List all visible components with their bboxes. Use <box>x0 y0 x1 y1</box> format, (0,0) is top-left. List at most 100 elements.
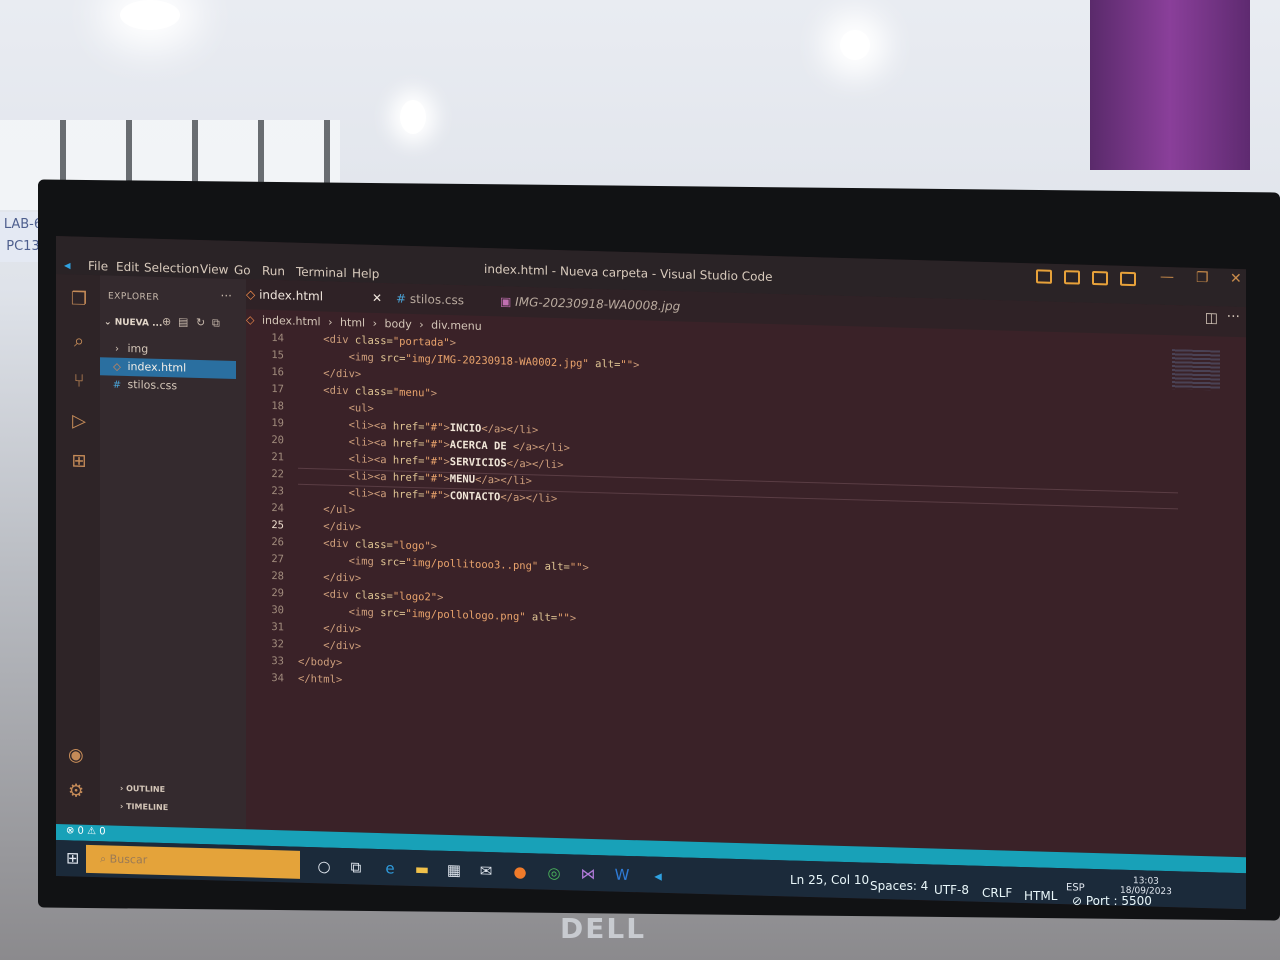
code-text: </body> <box>298 655 343 669</box>
visual-studio-icon[interactable]: ⋈ <box>578 865 598 884</box>
collapse-all-icon[interactable]: ⧉ <box>212 316 220 330</box>
timeline-section[interactable]: › TIMELINE <box>120 802 168 812</box>
code-text: </div> <box>323 367 362 381</box>
cortana-icon[interactable]: ○ <box>314 857 334 876</box>
cursor-position[interactable]: Ln 25, Col 10 <box>790 873 869 887</box>
line-number: 31 <box>271 621 284 634</box>
close-icon[interactable]: ✕ <box>1230 271 1242 287</box>
line-number: 23 <box>271 485 284 498</box>
code-text: </ul> <box>323 503 355 517</box>
line-number: 28 <box>271 570 284 583</box>
line-number: 18 <box>271 400 284 413</box>
css-icon: # <box>396 291 407 306</box>
new-folder-icon[interactable]: ▤ <box>178 315 188 328</box>
tab-close-icon[interactable]: ✕ <box>372 291 382 305</box>
line-number: 26 <box>271 536 284 549</box>
line-number: 25 <box>271 519 284 532</box>
breadcrumb-body[interactable]: body <box>385 317 412 331</box>
code-editor[interactable]: 14 <div class="portada"> 15 <img src="img… <box>246 329 1246 714</box>
minimap[interactable] <box>1172 349 1220 391</box>
windows-start-icon[interactable]: ⊞ <box>66 848 79 867</box>
run-debug-icon[interactable]: ▷ <box>68 410 90 433</box>
menu-go[interactable]: Go <box>234 263 251 277</box>
menu-edit[interactable]: Edit <box>116 260 139 275</box>
toggle-panel-icon[interactable] <box>1064 270 1080 285</box>
settings-gear-icon[interactable]: ⚙ <box>68 780 84 801</box>
chevron-right-icon: › <box>115 343 119 355</box>
extensions-icon[interactable]: ⊞ <box>68 450 90 473</box>
file-explorer-icon[interactable]: ▬ <box>412 860 432 879</box>
language-mode[interactable]: HTML <box>1024 889 1057 903</box>
line-number: 29 <box>271 587 284 600</box>
screen: ◂ File Edit Selection View Go Run Termin… <box>56 236 1246 910</box>
new-file-icon[interactable]: ⊕ <box>162 315 171 328</box>
task-view-icon[interactable]: ⧉ <box>346 858 366 877</box>
toggle-sidebar-icon[interactable] <box>1036 269 1052 284</box>
menu-help[interactable]: Help <box>352 266 379 281</box>
curtain <box>1090 0 1250 170</box>
word-icon[interactable]: W <box>612 866 632 885</box>
problems-indicator[interactable]: ⊗ 0 ⚠ 0 <box>66 825 106 837</box>
vscode-taskbar-icon[interactable]: ◂ <box>648 867 668 886</box>
code-text: </div> <box>323 639 362 653</box>
line-number: 34 <box>271 672 284 685</box>
menu-view[interactable]: View <box>200 262 228 277</box>
code-text: <div class="logo"> <box>323 537 438 553</box>
menu-file[interactable]: File <box>88 259 108 274</box>
indentation[interactable]: Spaces: 4 <box>870 879 928 893</box>
mail-icon[interactable]: ✉ <box>476 862 496 881</box>
chrome-icon[interactable]: ◎ <box>544 864 564 883</box>
code-text: <div class="portada"> <box>323 333 457 350</box>
tree-item-stilos-css[interactable]: # stilos.css <box>100 375 236 397</box>
more-actions-icon[interactable]: ··· <box>1227 309 1240 325</box>
line-ending[interactable]: CRLF <box>982 886 1012 900</box>
chevron-right-icon: › <box>328 315 333 329</box>
outline-section[interactable]: › OUTLINE <box>120 784 165 794</box>
taskbar-search[interactable]: ⌕ Buscar <box>86 844 300 879</box>
firefox-icon[interactable]: ● <box>510 863 530 882</box>
breadcrumb-div-menu[interactable]: div.menu <box>431 318 482 332</box>
refresh-icon[interactable]: ↻ <box>196 316 205 329</box>
explorer-sidebar: EXPLORER ··· ⌄ NUEVA ... ⊕ ▤ ↻ ⧉ › img ◇… <box>100 275 246 830</box>
line-number: 15 <box>271 349 284 362</box>
line-number: 20 <box>271 434 284 447</box>
encoding[interactable]: UTF-8 <box>934 883 969 897</box>
account-icon[interactable]: ◉ <box>68 744 84 765</box>
menu-run[interactable]: Run <box>262 264 285 279</box>
ceiling-lamp <box>840 30 870 60</box>
menu-selection[interactable]: Selection <box>144 260 199 276</box>
html-icon: ◇ <box>113 361 121 373</box>
tab-stilos-css[interactable]: # stilos.css <box>396 291 464 307</box>
customize-layout-icon[interactable] <box>1120 271 1136 287</box>
language-indicator[interactable]: ESP <box>1066 882 1085 894</box>
menu-terminal[interactable]: Terminal <box>296 265 347 280</box>
edge-icon[interactable]: e <box>380 859 400 878</box>
css-icon: # <box>112 379 122 391</box>
editor-area: ◇ index.html ✕ # stilos.css ▣ IMG-202309… <box>246 279 1246 858</box>
minimize-icon[interactable]: — <box>1160 269 1174 285</box>
explorer-icon[interactable]: ❐ <box>68 288 90 311</box>
search-icon[interactable]: ⌕ <box>68 330 90 353</box>
line-number: 30 <box>271 604 284 617</box>
store-icon[interactable]: ▦ <box>444 861 464 880</box>
live-server-port[interactable]: ⊘ Port : 5500 <box>1072 894 1152 908</box>
source-control-icon[interactable]: ⑂ <box>68 370 90 393</box>
more-actions-icon[interactable]: ··· <box>221 289 232 303</box>
vscode-logo-icon: ◂ <box>64 258 71 274</box>
code-text: </div> <box>323 622 362 636</box>
split-editor-icon[interactable]: ◫ <box>1205 310 1218 326</box>
folder-name[interactable]: ⌄ NUEVA ... <box>104 317 162 329</box>
window-title: index.html - Nueva carpeta - Visual Stud… <box>484 261 773 285</box>
line-number: 24 <box>271 502 284 515</box>
tab-index-html[interactable]: ◇ index.html <box>246 287 323 303</box>
maximize-icon[interactable]: ❐ <box>1196 270 1209 286</box>
line-number: 16 <box>271 366 284 379</box>
tab-image[interactable]: ▣ IMG-20230918-WA0008.jpg <box>500 294 680 313</box>
chevron-right-icon: › <box>372 316 377 330</box>
toggle-secondary-sidebar-icon[interactable] <box>1092 270 1108 286</box>
line-number: 17 <box>271 383 284 396</box>
line-number: 14 <box>271 332 284 345</box>
ceiling-lamp <box>400 100 426 134</box>
breadcrumb-file[interactable]: index.html <box>262 314 321 329</box>
breadcrumb-html[interactable]: html <box>340 316 365 330</box>
